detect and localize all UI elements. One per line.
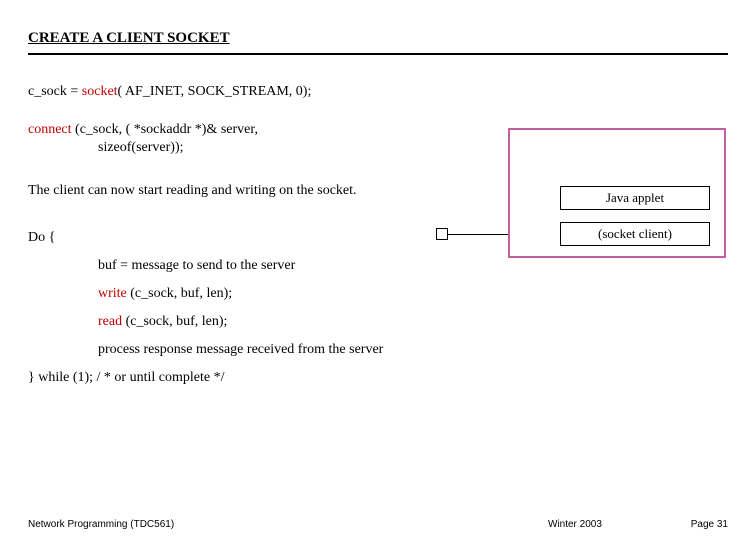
write-keyword: write [98, 286, 130, 301]
footer: Network Programming (TDC561) Winter 2003… [28, 519, 728, 530]
footer-left: Network Programming (TDC561) [28, 519, 174, 530]
socket-keyword: socket [82, 84, 118, 99]
connect-args1: (c_sock, ( *sockaddr *)& server, [75, 122, 258, 137]
slide-title: CREATE A CLIENT SOCKET [28, 30, 728, 47]
diagram-frame: Java applet (socket client) [508, 128, 726, 258]
connector [436, 228, 508, 242]
title-rule [28, 53, 728, 55]
socket-args: ( AF_INET, SOCK_STREAM, 0); [118, 84, 312, 99]
socket-prefix: c_sock = [28, 84, 82, 99]
read-args: (c_sock, buf, len); [126, 314, 228, 329]
diagram-box-client: (socket client) [560, 222, 710, 246]
connector-square-icon [436, 228, 448, 240]
client-description: The client can now start reading and wri… [28, 182, 408, 200]
connect-keyword: connect [28, 122, 75, 137]
do-process: process response message received from t… [98, 342, 418, 358]
connector-line [448, 234, 508, 235]
read-keyword: read [98, 314, 126, 329]
do-buf: buf = message to send to the server [98, 258, 728, 274]
footer-center: Winter 2003 [548, 519, 602, 530]
do-write: write (c_sock, buf, len); [98, 286, 728, 302]
diagram-box-applet: Java applet [560, 186, 710, 210]
write-args: (c_sock, buf, len); [130, 286, 232, 301]
footer-right: Page 31 [691, 519, 728, 530]
socket-line: c_sock = socket( AF_INET, SOCK_STREAM, 0… [28, 83, 728, 101]
do-read: read (c_sock, buf, len); [98, 314, 728, 330]
while-close: } while (1); / * or until complete */ [28, 370, 728, 386]
